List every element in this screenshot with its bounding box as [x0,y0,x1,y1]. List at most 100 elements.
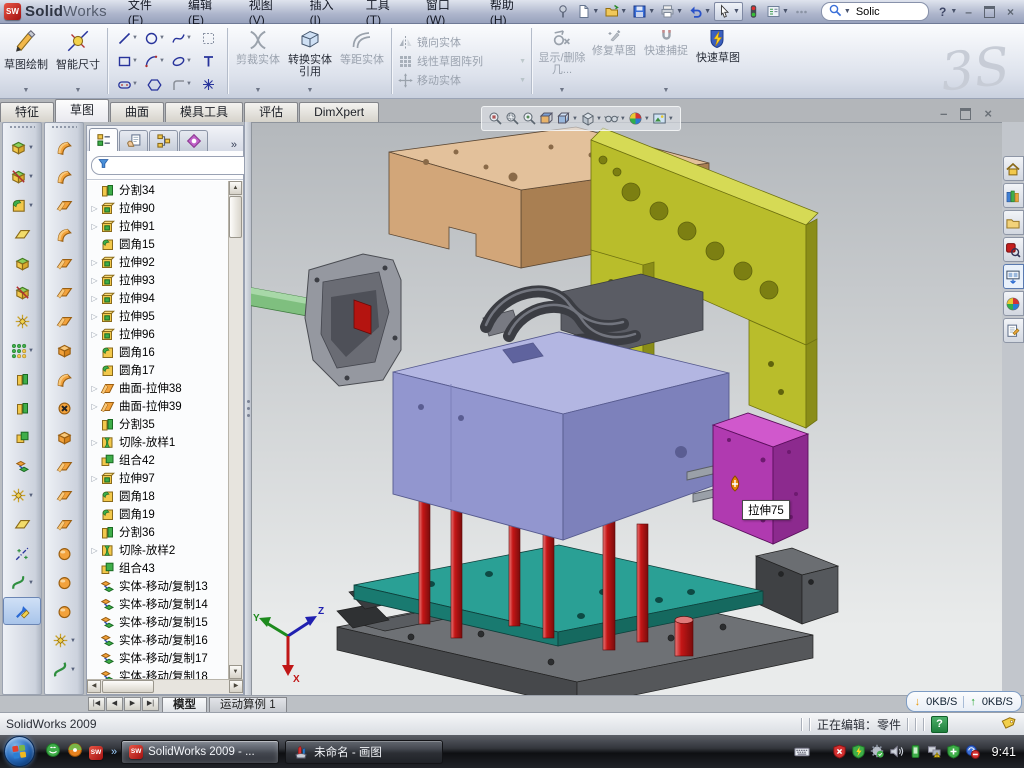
propertymanager-tab[interactable] [119,130,148,151]
tray-antivirus-alert[interactable] [832,744,847,759]
quick-launch-messenger[interactable] [45,742,61,761]
trim-entities-button[interactable]: 剪裁实体▼ [232,24,284,98]
freeform-button[interactable] [46,597,82,626]
study-nav-2[interactable]: ▶ [124,697,141,711]
line-button[interactable]: ▼ [114,27,141,50]
trim-surface-button[interactable] [46,481,82,510]
panel-tabs-overflow[interactable]: » [227,139,241,151]
custom-properties-button[interactable] [1003,318,1024,343]
tags-icon[interactable] [1000,716,1016,733]
curve-tool-button[interactable]: ▼ [4,568,40,597]
feature-tree-item[interactable]: ▷ 切除-放样2 [87,541,243,559]
study-tab-0[interactable]: 模型 [162,697,207,712]
tray-sync-blocked[interactable] [965,744,980,759]
zoom-to-fit-button[interactable] [488,111,503,126]
feature-tree-item[interactable]: 分割35 [87,415,243,433]
feature-tree-item[interactable]: 组合42 [87,451,243,469]
undo-button[interactable]: ▼ [686,3,713,20]
feature-tree-item[interactable]: 分割36 [87,523,243,541]
expand-arrow-icon[interactable]: ▷ [89,312,100,321]
corner-rectangle-button[interactable]: ▼ [114,50,141,73]
quick-snaps-button[interactable]: 快速捕捉▼ [640,24,692,98]
tray-network-warning[interactable] [927,744,942,759]
tab-2[interactable]: 曲面 [110,102,164,122]
offset-surface-button[interactable] [46,278,82,307]
tray-mobile-device[interactable] [908,744,923,759]
graphics-viewport[interactable]: Y Z X ▼▼▼▼▼ – × 拉伸75 [251,122,1002,695]
scroll-down-button[interactable]: ▼ [229,665,242,679]
zoom-to-selection-button[interactable] [522,111,537,126]
extend-surface-button[interactable] [46,452,82,481]
expand-arrow-icon[interactable]: ▷ [89,402,100,411]
feature-tree-item[interactable]: ▷ 切除-放样1 [87,433,243,451]
instant3d-button[interactable] [3,597,41,625]
solidworks-resources-button[interactable] [1003,156,1024,181]
zoom-to-area-button[interactable] [505,111,520,126]
featuremanager-tree-tab[interactable] [89,128,118,151]
scroll-right-button[interactable]: ▶ [229,680,243,693]
feature-tree-item[interactable]: 圆角16 [87,343,243,361]
quick-launch-media-player[interactable] [67,742,83,761]
minimize-button[interactable]: – [965,5,972,19]
tab-4[interactable]: 评估 [244,102,298,122]
move-copy-bodies-button[interactable] [4,452,40,481]
feature-tree-item[interactable]: ▷ 拉伸97 [87,469,243,487]
hole-wizard-button[interactable] [4,307,40,336]
point-button[interactable] [195,73,222,96]
tray-security-plus[interactable] [946,744,961,759]
tray-input-keyboard[interactable] [794,744,810,760]
feature-tree-item[interactable]: 实体-移动/复制16 [87,631,243,649]
doc-minimize-button[interactable]: – [940,106,947,121]
feature-tree-item[interactable]: 实体-移动/复制13 [87,577,243,595]
study-nav-3[interactable]: ▶| [142,697,159,711]
tray-system-update[interactable] [870,744,885,759]
extruded-boss-base-button[interactable]: ▼ [4,133,40,162]
feature-tree-item[interactable]: ▷ 拉伸94 [87,289,243,307]
tray-shield-power[interactable] [851,744,866,759]
ellipse-button[interactable]: ▼ [168,50,195,73]
file-explorer-button[interactable] [1003,210,1024,235]
expand-arrow-icon[interactable]: ▷ [89,258,100,267]
extruded-surface-button[interactable] [46,249,82,278]
scroll-thumb[interactable] [229,196,242,238]
spline-on-surface-button[interactable]: ▼ [46,655,82,684]
feature-tree-item[interactable]: ▷ 拉伸91 [87,217,243,235]
scroll-thumb[interactable] [102,680,154,693]
study-nav-1[interactable]: ◀ [106,697,123,711]
feature-tree-item[interactable]: ▷ 拉伸93 [87,271,243,289]
revolved-surface-button[interactable] [46,162,82,191]
select-button[interactable]: ▼ [714,2,743,21]
filter-input[interactable] [114,158,260,172]
split-body-button[interactable] [4,394,40,423]
filter-field[interactable] [91,156,266,175]
planar-surface-button[interactable] [46,307,82,336]
more-tools-button[interactable] [792,3,811,20]
edit-appearance-button[interactable]: ▼ [628,111,650,126]
taskbar-task-0[interactable]: SW SolidWorks 2009 - ... [121,740,279,764]
design-library-button[interactable] [1003,183,1024,208]
tray-volume[interactable] [889,744,904,759]
expand-arrow-icon[interactable]: ▷ [89,546,100,555]
sketch-fillet-button[interactable]: ▼ [168,73,195,96]
lofted-boss-button[interactable] [4,249,40,278]
configurationmanager-tab[interactable] [149,130,178,151]
split-button[interactable] [4,365,40,394]
revolved-cut-button[interactable] [4,278,40,307]
tree-horizontal-scrollbar[interactable]: ◀ ▶ [87,679,243,694]
toolbar-drag-handle[interactable] [51,125,77,130]
feature-tree-item[interactable]: 实体-移动/复制17 [87,649,243,667]
feature-tree-item[interactable]: 圆角15 [87,235,243,253]
delete-face-button[interactable] [46,394,82,423]
print-button[interactable]: ▼ [658,3,685,20]
thickened-surface-button[interactable] [46,365,82,394]
untrim-surface-button[interactable] [46,510,82,539]
display-style-button[interactable]: ▼ [580,111,602,126]
straight-slot-button[interactable]: ▼ [114,73,141,96]
dimxpertmanager-tab[interactable] [179,130,208,151]
expand-arrow-icon[interactable]: ▷ [89,474,100,483]
model-canvas[interactable]: Y Z X [251,122,1002,695]
surface-fillet-button[interactable] [46,539,82,568]
polygon-button[interactable] [141,73,168,96]
open-button[interactable]: ▼ [602,3,629,20]
quick-tips-button[interactable]: ? [931,716,948,733]
